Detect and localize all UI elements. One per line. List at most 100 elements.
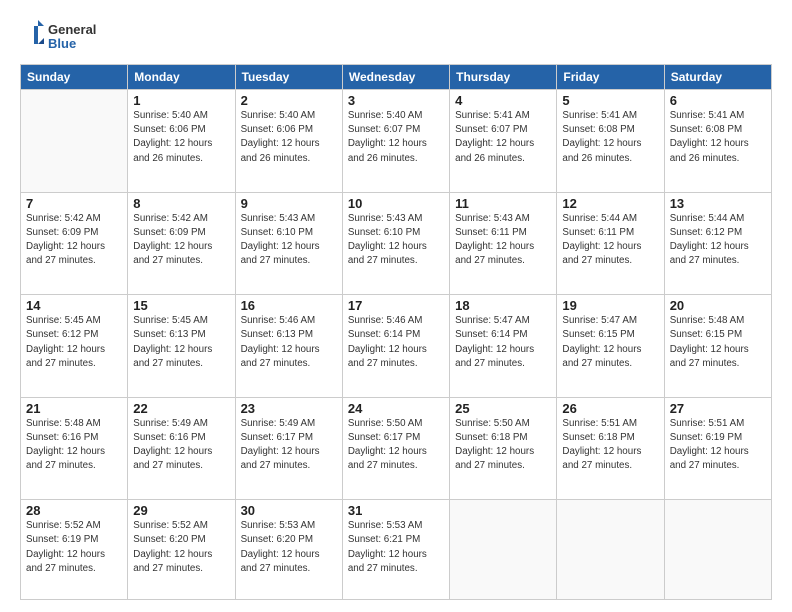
day-number: 22 xyxy=(133,401,229,416)
day-info: Sunrise: 5:41 AMSunset: 6:08 PMDaylight:… xyxy=(670,109,766,166)
calendar-week-row: 7Sunrise: 5:42 AMSunset: 6:09 PMDaylight… xyxy=(21,192,772,295)
calendar-cell: 17Sunrise: 5:46 AMSunset: 6:14 PMDayligh… xyxy=(342,295,449,398)
calendar-cell xyxy=(21,90,128,193)
calendar-week-row: 21Sunrise: 5:48 AMSunset: 6:16 PMDayligh… xyxy=(21,397,772,500)
day-number: 21 xyxy=(26,401,122,416)
day-number: 24 xyxy=(348,401,444,416)
calendar-cell: 5Sunrise: 5:41 AMSunset: 6:08 PMDaylight… xyxy=(557,90,664,193)
day-number: 18 xyxy=(455,298,551,313)
day-number: 4 xyxy=(455,93,551,108)
day-info: Sunrise: 5:47 AMSunset: 6:14 PMDaylight:… xyxy=(455,314,551,371)
calendar-cell: 18Sunrise: 5:47 AMSunset: 6:14 PMDayligh… xyxy=(450,295,557,398)
day-number: 29 xyxy=(133,503,229,518)
day-number: 16 xyxy=(241,298,337,313)
calendar-cell: 19Sunrise: 5:47 AMSunset: 6:15 PMDayligh… xyxy=(557,295,664,398)
day-info: Sunrise: 5:46 AMSunset: 6:13 PMDaylight:… xyxy=(241,314,337,371)
day-info: Sunrise: 5:43 AMSunset: 6:10 PMDaylight:… xyxy=(348,212,444,269)
logo: General Blue xyxy=(20,18,120,54)
day-info: Sunrise: 5:50 AMSunset: 6:17 PMDaylight:… xyxy=(348,417,444,474)
day-number: 23 xyxy=(241,401,337,416)
calendar-cell: 26Sunrise: 5:51 AMSunset: 6:18 PMDayligh… xyxy=(557,397,664,500)
day-info: Sunrise: 5:48 AMSunset: 6:16 PMDaylight:… xyxy=(26,417,122,474)
day-info: Sunrise: 5:51 AMSunset: 6:18 PMDaylight:… xyxy=(562,417,658,474)
calendar-cell: 6Sunrise: 5:41 AMSunset: 6:08 PMDaylight… xyxy=(664,90,771,193)
day-info: Sunrise: 5:40 AMSunset: 6:07 PMDaylight:… xyxy=(348,109,444,166)
day-info: Sunrise: 5:40 AMSunset: 6:06 PMDaylight:… xyxy=(133,109,229,166)
calendar-cell: 30Sunrise: 5:53 AMSunset: 6:20 PMDayligh… xyxy=(235,500,342,600)
day-info: Sunrise: 5:53 AMSunset: 6:21 PMDaylight:… xyxy=(348,519,444,576)
calendar-header-row: SundayMondayTuesdayWednesdayThursdayFrid… xyxy=(21,65,772,90)
weekday-header-wednesday: Wednesday xyxy=(342,65,449,90)
calendar-cell: 22Sunrise: 5:49 AMSunset: 6:16 PMDayligh… xyxy=(128,397,235,500)
day-number: 2 xyxy=(241,93,337,108)
day-info: Sunrise: 5:46 AMSunset: 6:14 PMDaylight:… xyxy=(348,314,444,371)
calendar-cell: 24Sunrise: 5:50 AMSunset: 6:17 PMDayligh… xyxy=(342,397,449,500)
day-number: 20 xyxy=(670,298,766,313)
page-header: General Blue xyxy=(20,18,772,54)
day-number: 17 xyxy=(348,298,444,313)
calendar-cell: 2Sunrise: 5:40 AMSunset: 6:06 PMDaylight… xyxy=(235,90,342,193)
calendar-cell: 23Sunrise: 5:49 AMSunset: 6:17 PMDayligh… xyxy=(235,397,342,500)
logo-svg: General Blue xyxy=(20,18,120,54)
day-number: 31 xyxy=(348,503,444,518)
weekday-header-monday: Monday xyxy=(128,65,235,90)
calendar-cell: 27Sunrise: 5:51 AMSunset: 6:19 PMDayligh… xyxy=(664,397,771,500)
day-info: Sunrise: 5:48 AMSunset: 6:15 PMDaylight:… xyxy=(670,314,766,371)
day-number: 25 xyxy=(455,401,551,416)
day-number: 13 xyxy=(670,196,766,211)
calendar-cell: 28Sunrise: 5:52 AMSunset: 6:19 PMDayligh… xyxy=(21,500,128,600)
calendar-cell xyxy=(450,500,557,600)
svg-text:Blue: Blue xyxy=(48,36,76,51)
day-number: 12 xyxy=(562,196,658,211)
calendar-cell: 25Sunrise: 5:50 AMSunset: 6:18 PMDayligh… xyxy=(450,397,557,500)
day-info: Sunrise: 5:41 AMSunset: 6:08 PMDaylight:… xyxy=(562,109,658,166)
calendar-cell: 1Sunrise: 5:40 AMSunset: 6:06 PMDaylight… xyxy=(128,90,235,193)
day-number: 7 xyxy=(26,196,122,211)
calendar-cell: 3Sunrise: 5:40 AMSunset: 6:07 PMDaylight… xyxy=(342,90,449,193)
day-info: Sunrise: 5:44 AMSunset: 6:12 PMDaylight:… xyxy=(670,212,766,269)
calendar-cell: 14Sunrise: 5:45 AMSunset: 6:12 PMDayligh… xyxy=(21,295,128,398)
calendar-cell: 4Sunrise: 5:41 AMSunset: 6:07 PMDaylight… xyxy=(450,90,557,193)
weekday-header-sunday: Sunday xyxy=(21,65,128,90)
day-number: 8 xyxy=(133,196,229,211)
day-info: Sunrise: 5:41 AMSunset: 6:07 PMDaylight:… xyxy=(455,109,551,166)
calendar-cell xyxy=(664,500,771,600)
calendar-cell: 16Sunrise: 5:46 AMSunset: 6:13 PMDayligh… xyxy=(235,295,342,398)
day-number: 19 xyxy=(562,298,658,313)
day-info: Sunrise: 5:47 AMSunset: 6:15 PMDaylight:… xyxy=(562,314,658,371)
day-number: 10 xyxy=(348,196,444,211)
day-number: 9 xyxy=(241,196,337,211)
day-info: Sunrise: 5:42 AMSunset: 6:09 PMDaylight:… xyxy=(133,212,229,269)
day-number: 1 xyxy=(133,93,229,108)
day-number: 3 xyxy=(348,93,444,108)
calendar-cell: 10Sunrise: 5:43 AMSunset: 6:10 PMDayligh… xyxy=(342,192,449,295)
day-number: 26 xyxy=(562,401,658,416)
calendar-cell: 9Sunrise: 5:43 AMSunset: 6:10 PMDaylight… xyxy=(235,192,342,295)
day-info: Sunrise: 5:43 AMSunset: 6:10 PMDaylight:… xyxy=(241,212,337,269)
svg-text:General: General xyxy=(48,22,96,37)
day-info: Sunrise: 5:49 AMSunset: 6:16 PMDaylight:… xyxy=(133,417,229,474)
calendar-cell: 13Sunrise: 5:44 AMSunset: 6:12 PMDayligh… xyxy=(664,192,771,295)
day-info: Sunrise: 5:42 AMSunset: 6:09 PMDaylight:… xyxy=(26,212,122,269)
weekday-header-saturday: Saturday xyxy=(664,65,771,90)
day-number: 5 xyxy=(562,93,658,108)
day-number: 15 xyxy=(133,298,229,313)
calendar-week-row: 28Sunrise: 5:52 AMSunset: 6:19 PMDayligh… xyxy=(21,500,772,600)
weekday-header-thursday: Thursday xyxy=(450,65,557,90)
day-info: Sunrise: 5:40 AMSunset: 6:06 PMDaylight:… xyxy=(241,109,337,166)
calendar-cell: 7Sunrise: 5:42 AMSunset: 6:09 PMDaylight… xyxy=(21,192,128,295)
day-info: Sunrise: 5:45 AMSunset: 6:13 PMDaylight:… xyxy=(133,314,229,371)
calendar-cell: 8Sunrise: 5:42 AMSunset: 6:09 PMDaylight… xyxy=(128,192,235,295)
calendar-cell: 21Sunrise: 5:48 AMSunset: 6:16 PMDayligh… xyxy=(21,397,128,500)
day-number: 11 xyxy=(455,196,551,211)
calendar-cell: 29Sunrise: 5:52 AMSunset: 6:20 PMDayligh… xyxy=(128,500,235,600)
calendar-week-row: 14Sunrise: 5:45 AMSunset: 6:12 PMDayligh… xyxy=(21,295,772,398)
weekday-header-friday: Friday xyxy=(557,65,664,90)
day-number: 28 xyxy=(26,503,122,518)
calendar-cell: 31Sunrise: 5:53 AMSunset: 6:21 PMDayligh… xyxy=(342,500,449,600)
day-info: Sunrise: 5:52 AMSunset: 6:20 PMDaylight:… xyxy=(133,519,229,576)
day-info: Sunrise: 5:49 AMSunset: 6:17 PMDaylight:… xyxy=(241,417,337,474)
weekday-header-tuesday: Tuesday xyxy=(235,65,342,90)
day-number: 27 xyxy=(670,401,766,416)
day-info: Sunrise: 5:53 AMSunset: 6:20 PMDaylight:… xyxy=(241,519,337,576)
